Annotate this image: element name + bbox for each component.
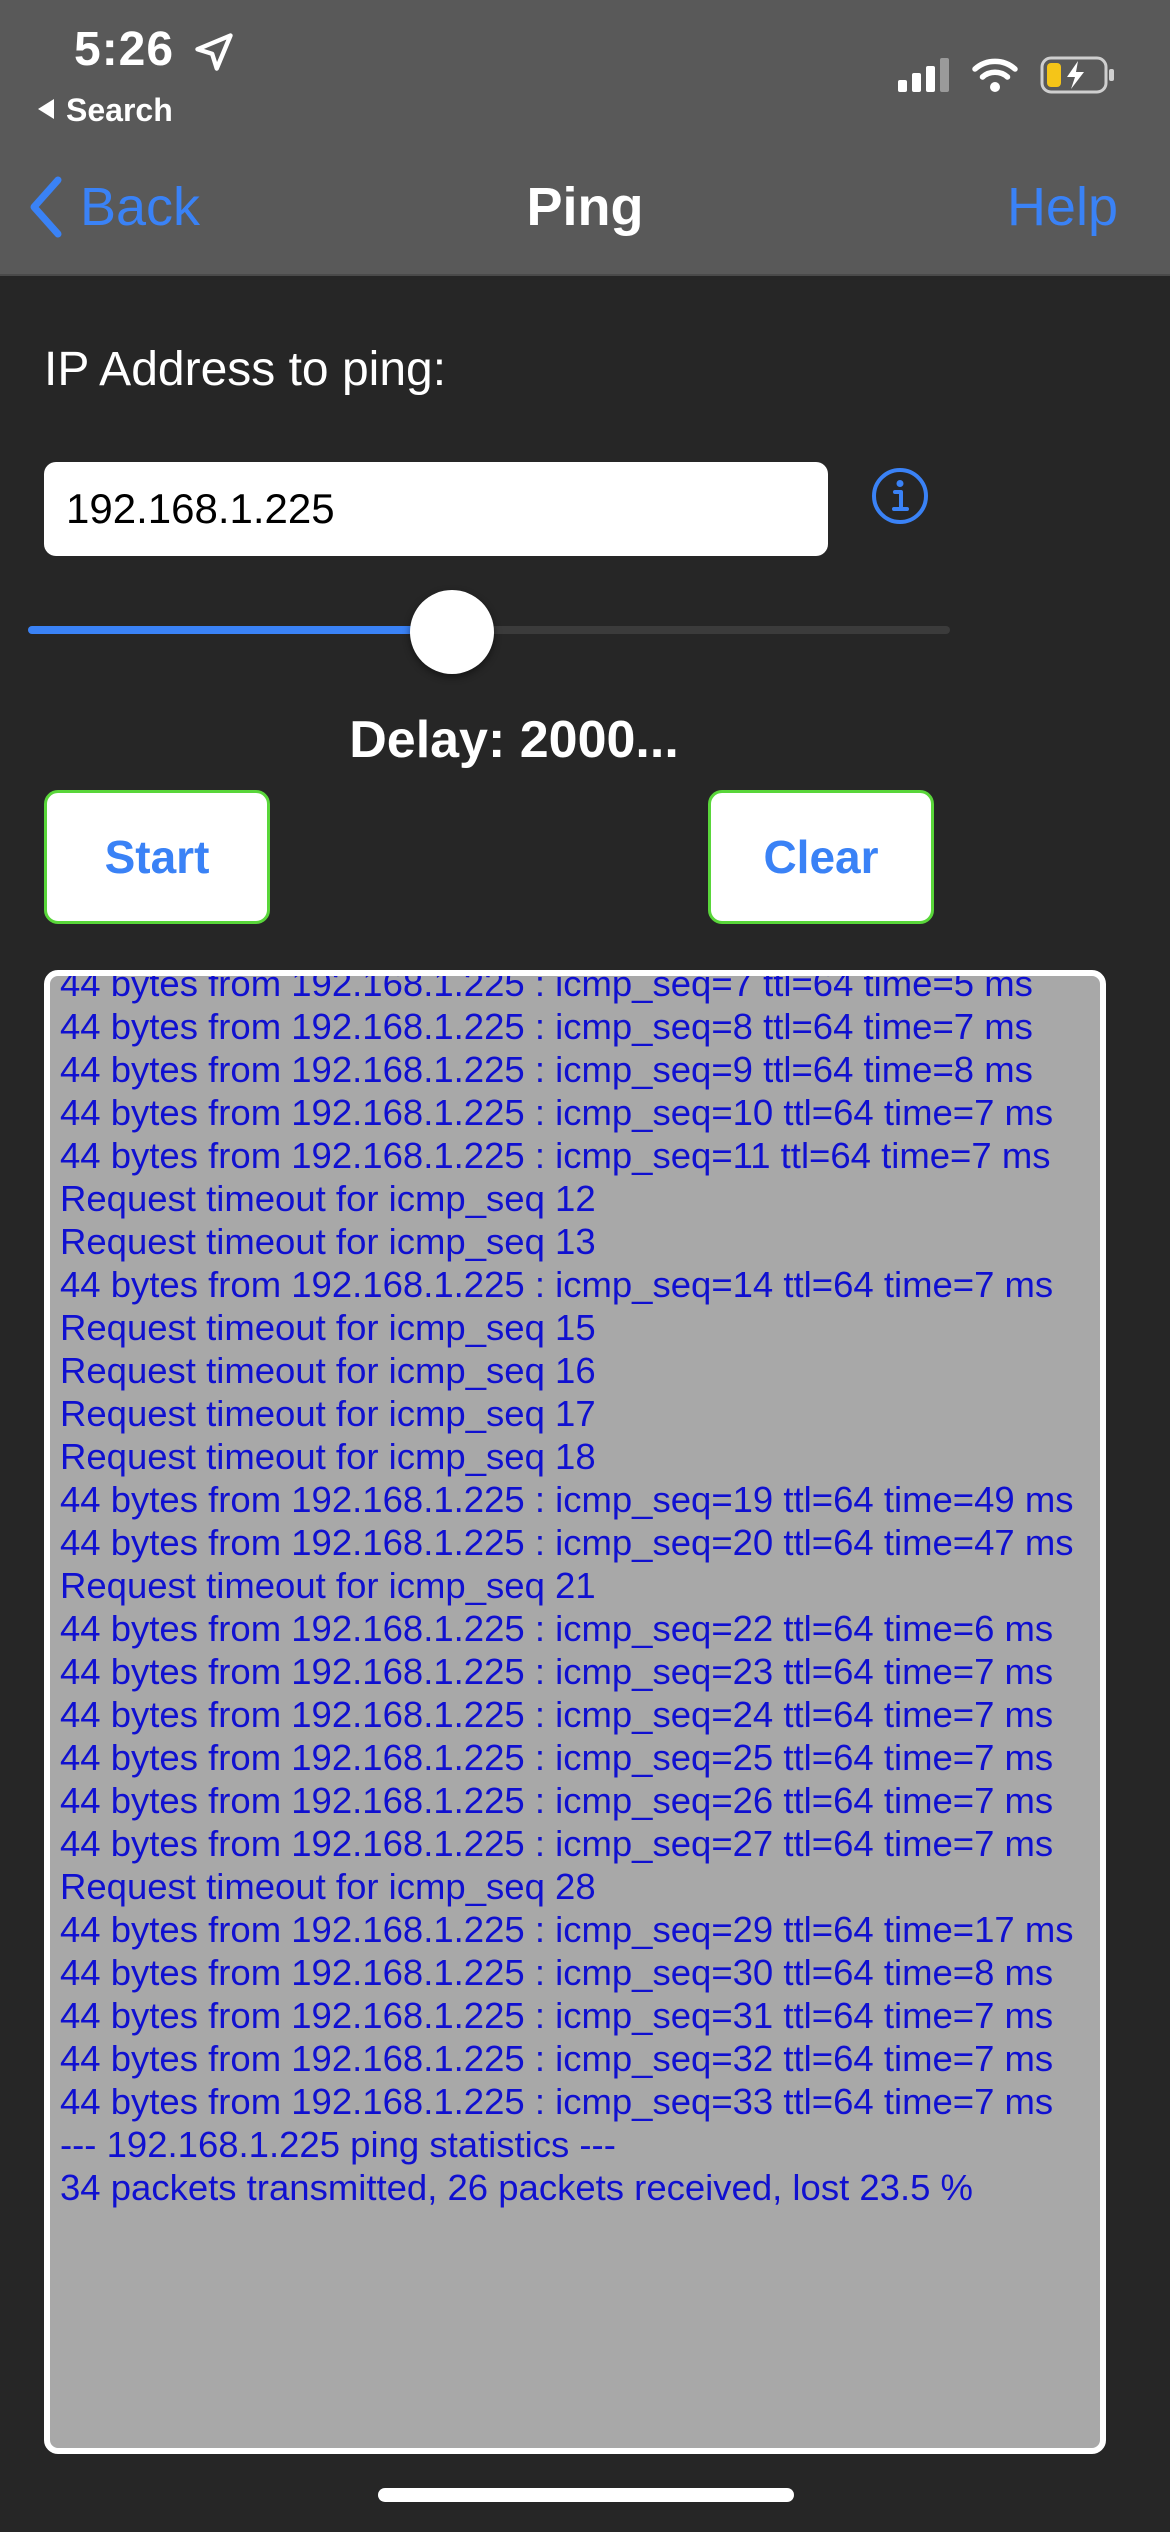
log-line: Request timeout for icmp_seq 21: [60, 1565, 596, 1606]
delay-slider[interactable]: [28, 590, 950, 674]
battery-charging-icon: [1040, 56, 1114, 94]
ping-output-lines: 44 bytes from 192.168.1.225 : icmp_seq=7…: [60, 970, 1090, 2209]
log-line: 44 bytes from 192.168.1.225 : icmp_seq=1…: [60, 1264, 1054, 1305]
log-line: Request timeout for icmp_seq 16: [60, 1350, 596, 1391]
navigation-bar: 5:26 Search Back Ping Help: [0, 0, 1170, 276]
log-line: 44 bytes from 192.168.1.225 : icmp_seq=1…: [60, 1135, 1051, 1176]
log-line: 44 bytes from 192.168.1.225 : icmp_seq=7…: [60, 970, 1033, 1004]
log-line: 44 bytes from 192.168.1.225 : icmp_seq=2…: [60, 1909, 1074, 1950]
log-line: 44 bytes from 192.168.1.225 : icmp_seq=9…: [60, 1049, 1033, 1090]
log-line: Request timeout for icmp_seq 13: [60, 1221, 596, 1262]
log-line: Request timeout for icmp_seq 12: [60, 1178, 596, 1219]
log-line: 44 bytes from 192.168.1.225 : icmp_seq=2…: [60, 1522, 1074, 1563]
log-line: Request timeout for icmp_seq 28: [60, 1866, 596, 1907]
log-line: Request timeout for icmp_seq 15: [60, 1307, 596, 1348]
back-to-search-link[interactable]: Search: [38, 92, 173, 129]
log-line: 34 packets transmitted, 26 packets recei…: [60, 2167, 973, 2208]
log-line: 44 bytes from 192.168.1.225 : icmp_seq=3…: [60, 2038, 1054, 2079]
clear-button[interactable]: Clear: [708, 790, 934, 924]
status-time: 5:26: [74, 23, 175, 76]
log-line: 44 bytes from 192.168.1.225 : icmp_seq=2…: [60, 1823, 1054, 1864]
log-line: 44 bytes from 192.168.1.225 : icmp_seq=2…: [60, 1608, 1054, 1649]
home-indicator[interactable]: [378, 2488, 794, 2502]
start-button[interactable]: Start: [44, 790, 270, 924]
log-line: 44 bytes from 192.168.1.225 : icmp_seq=1…: [60, 1479, 1074, 1520]
ip-address-label: IP Address to ping:: [44, 343, 447, 396]
log-line: 44 bytes from 192.168.1.225 : icmp_seq=3…: [60, 2081, 1054, 2122]
log-line: 44 bytes from 192.168.1.225 : icmp_seq=2…: [60, 1694, 1054, 1735]
status-icons: [898, 50, 1116, 100]
log-line: 44 bytes from 192.168.1.225 : icmp_seq=2…: [60, 1780, 1054, 1821]
log-line: 44 bytes from 192.168.1.225 : icmp_seq=3…: [60, 1952, 1054, 1993]
wifi-icon: [972, 58, 1018, 92]
location-arrow-icon: [195, 33, 233, 71]
slider-thumb[interactable]: [410, 590, 495, 674]
ping-output-log[interactable]: 44 bytes from 192.168.1.225 : icmp_seq=7…: [44, 970, 1106, 2454]
log-line: 44 bytes from 192.168.1.225 : icmp_seq=2…: [60, 1737, 1054, 1778]
log-line: --- 192.168.1.225 ping statistics ---: [60, 2124, 616, 2165]
help-button[interactable]: Help: [1007, 176, 1118, 238]
log-line: 44 bytes from 192.168.1.225 : icmp_seq=3…: [60, 1995, 1054, 2036]
slider-fill: [28, 626, 453, 634]
log-line: Request timeout for icmp_seq 17: [60, 1393, 596, 1434]
info-circle-icon[interactable]: [870, 466, 930, 526]
ip-address-input[interactable]: [44, 462, 828, 556]
log-line: 44 bytes from 192.168.1.225 : icmp_seq=8…: [60, 1006, 1033, 1047]
log-line: Request timeout for icmp_seq 18: [60, 1436, 596, 1477]
page-title: Ping: [526, 177, 644, 237]
back-to-app-label: Search: [66, 92, 173, 128]
log-line: 44 bytes from 192.168.1.225 : icmp_seq=2…: [60, 1651, 1054, 1692]
cellular-signal-icon: [898, 58, 949, 92]
back-triangle-icon: [38, 99, 54, 119]
delay-value-label: Delay: 2000...: [349, 711, 679, 769]
log-line: 44 bytes from 192.168.1.225 : icmp_seq=1…: [60, 1092, 1054, 1133]
